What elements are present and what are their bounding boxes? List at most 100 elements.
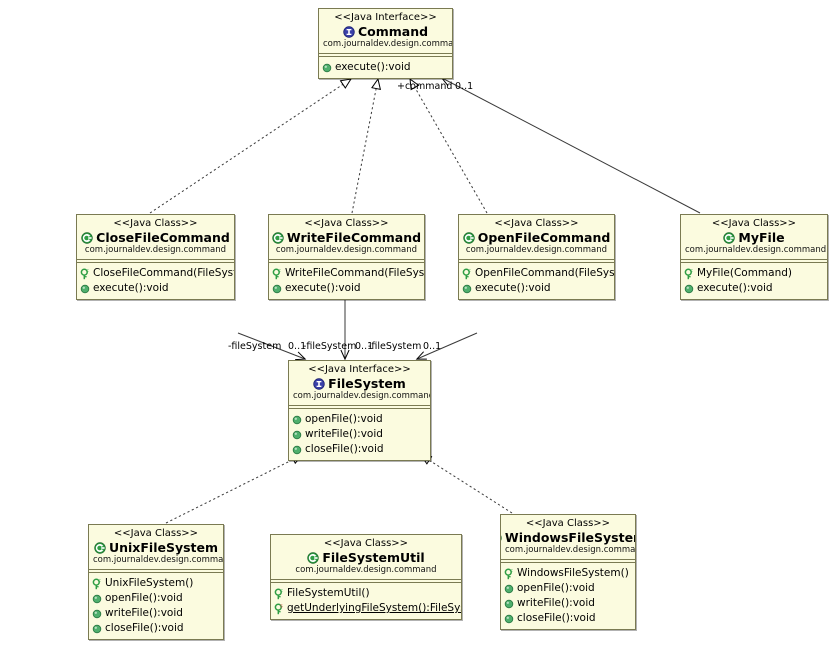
- node-type-name: UnixFileSystem: [108, 540, 219, 555]
- node-stereotype: <<Java Class>>: [113, 528, 199, 539]
- uml-node-unix-file-system[interactable]: <<Java Class>> UnixFileSystem com.journald…: [88, 524, 224, 640]
- node-member[interactable]: c FileSystemUtil(): [274, 586, 458, 601]
- node-member-label: writeFile():void: [105, 607, 183, 619]
- node-type-name: FileSystemUtil: [322, 550, 425, 565]
- node-members-compartment-command: execute():void: [319, 57, 452, 78]
- uml-node-my-file[interactable]: <<Java Class>> MyFile com.journaldev.desig…: [680, 214, 828, 300]
- node-members-compartment-windows-file-system: c WindowsFileSystem() openFile():void write…: [501, 563, 635, 629]
- node-member[interactable]: s getUnderlyingFileSystem():FileSystem: [274, 601, 461, 616]
- node-type-name: OpenFileCommand: [477, 230, 611, 245]
- node-type-name: MyFile: [738, 230, 785, 245]
- node-type-name: CloseFileCommand: [96, 230, 230, 245]
- edge-label-write-role: -fileSystem: [303, 341, 357, 352]
- node-member[interactable]: openFile():void: [504, 581, 632, 596]
- node-member[interactable]: openFile():void: [292, 412, 427, 427]
- node-member[interactable]: closeFile():void: [92, 621, 220, 636]
- node-member-label: WindowsFileSystem(): [517, 567, 629, 579]
- uml-node-write-file-command[interactable]: <<Java Class>> WriteFileCommand com.journa…: [268, 214, 425, 300]
- node-member[interactable]: execute():void: [684, 281, 824, 296]
- constructor-icon: c: [274, 588, 284, 600]
- interface-icon: [313, 377, 325, 390]
- node-member[interactable]: execute():void: [80, 281, 231, 296]
- node-title-row: FileSystemUtil: [275, 550, 457, 565]
- constructor-icon: c: [272, 268, 282, 280]
- constructor-icon: c: [462, 268, 472, 280]
- class-icon: [272, 231, 284, 244]
- class-icon: [81, 231, 93, 244]
- node-members-compartment-file-system: openFile():void writeFile():void closeFile…: [289, 409, 430, 460]
- node-member-label: writeFile():void: [305, 428, 383, 440]
- node-member[interactable]: writeFile():void: [504, 596, 632, 611]
- uml-node-file-system[interactable]: <<Java Interface>> FileSystem com.journald…: [288, 360, 431, 461]
- node-stereotype: <<Java Class>>: [525, 518, 611, 529]
- node-member[interactable]: c MyFile(Command): [684, 266, 824, 281]
- node-member-label: UnixFileSystem(): [105, 577, 194, 589]
- uml-node-header-close-file-command: <<Java Class>> CloseFileCommand com.journa…: [77, 215, 234, 260]
- uml-node-windows-file-system[interactable]: <<Java Class>> WindowsFileSystem com.journ…: [500, 514, 636, 630]
- node-member[interactable]: c UnixFileSystem(): [92, 576, 220, 591]
- node-stereotype: <<Java Interface>>: [308, 364, 411, 375]
- node-member[interactable]: closeFile():void: [504, 611, 632, 626]
- uml-node-file-system-util[interactable]: <<Java Class>> FileSystemUtil com.journald…: [270, 534, 462, 620]
- svg-text:c: c: [468, 269, 471, 274]
- node-package: com.journaldev.design.command: [295, 565, 437, 575]
- node-member[interactable]: execute():void: [322, 60, 449, 75]
- node-member-label: FileSystemUtil(): [287, 587, 370, 599]
- node-title-row: UnixFileSystem: [93, 540, 219, 555]
- node-stereotype: <<Java Interface>>: [334, 12, 437, 23]
- node-member-label: openFile():void: [105, 592, 183, 604]
- method-icon: [292, 430, 302, 440]
- node-package: com.journaldev.design.command: [93, 555, 224, 565]
- edge-label-close-role: -fileSystem: [228, 341, 282, 352]
- node-stereotype: <<Java Class>>: [494, 218, 579, 229]
- class-icon: [723, 231, 736, 244]
- svg-text:c: c: [510, 569, 513, 574]
- node-member[interactable]: openFile():void: [92, 591, 220, 606]
- edge-windows-file-system-realizes-file-system: [421, 455, 513, 514]
- node-title-row: Command: [323, 24, 448, 39]
- node-stereotype: <<Java Class>>: [304, 218, 389, 229]
- node-package: com.journaldev.design.command: [323, 39, 453, 49]
- node-title-row: MyFile: [685, 230, 823, 245]
- node-members-compartment-unix-file-system: c UnixFileSystem() openFile():void writeFil…: [89, 573, 223, 639]
- uml-node-command[interactable]: <<Java Interface>> Command com.journaldev.…: [318, 8, 453, 79]
- node-stereotype: <<Java Class>>: [323, 538, 409, 549]
- node-member[interactable]: c CloseFileCommand(FileSystem): [80, 266, 234, 281]
- uml-node-header-open-file-command: <<Java Class>> OpenFileCommand com.journal…: [459, 215, 614, 260]
- uml-node-header-write-file-command: <<Java Class>> WriteFileCommand com.journa…: [269, 215, 424, 260]
- node-members-compartment-close-file-command: c CloseFileCommand(FileSystem) execute():v…: [77, 263, 234, 299]
- node-member[interactable]: execute():void: [272, 281, 421, 296]
- node-member-label: closeFile():void: [105, 622, 184, 634]
- method-icon: [504, 584, 514, 594]
- method-icon: [292, 445, 302, 455]
- method-icon: [92, 594, 102, 604]
- uml-node-close-file-command[interactable]: <<Java Class>> CloseFileCommand com.journa…: [76, 214, 235, 300]
- constructor-icon: c: [684, 268, 694, 280]
- node-member[interactable]: closeFile():void: [292, 442, 427, 457]
- node-member[interactable]: c WriteFileCommand(FileSystem): [272, 266, 424, 281]
- node-type-name: WindowsFileSystem: [504, 530, 636, 545]
- node-member[interactable]: c OpenFileCommand(FileSystem): [462, 266, 614, 281]
- uml-diagram-canvas: <<Java Interface>> Command com.journaldev.…: [0, 0, 834, 645]
- node-member-label: writeFile():void: [517, 597, 595, 609]
- edge-write-file-command-realizes-command: [351, 79, 378, 214]
- node-member[interactable]: c WindowsFileSystem(): [504, 566, 632, 581]
- class-icon: [501, 532, 502, 544]
- method-icon: [92, 609, 102, 619]
- node-member-label: execute():void: [93, 282, 169, 294]
- node-member-label: execute():void: [285, 282, 361, 294]
- svg-text:c: c: [98, 579, 101, 584]
- method-icon: [462, 284, 472, 294]
- node-title-row: WriteFileCommand: [272, 230, 421, 245]
- uml-node-header-windows-file-system: <<Java Class>> WindowsFileSystem com.journ…: [501, 515, 635, 560]
- node-type-name: FileSystem: [328, 376, 406, 391]
- class-icon: [94, 541, 106, 554]
- node-member[interactable]: writeFile():void: [92, 606, 220, 621]
- node-title-row: CloseFileCommand: [81, 230, 230, 245]
- method-icon: [92, 624, 102, 634]
- uml-node-open-file-command[interactable]: <<Java Class>> OpenFileCommand com.journal…: [458, 214, 615, 300]
- node-member[interactable]: execute():void: [462, 281, 611, 296]
- node-package: com.journaldev.design.command: [505, 545, 636, 555]
- uml-node-header-file-system: <<Java Interface>> FileSystem com.journald…: [289, 361, 430, 406]
- node-member[interactable]: writeFile():void: [292, 427, 427, 442]
